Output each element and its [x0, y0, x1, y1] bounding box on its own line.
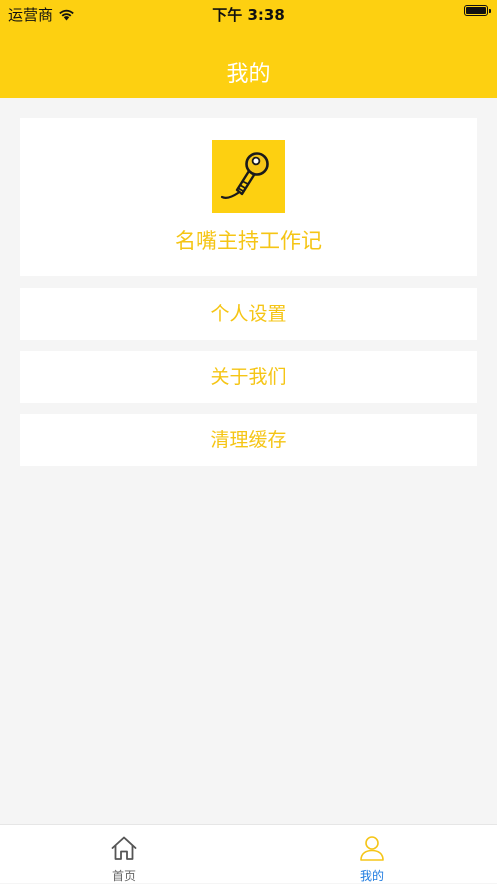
microphone-logo-icon [220, 152, 269, 199]
app-name: 名嘴主持工作记 [175, 229, 322, 253]
app-logo [212, 140, 285, 213]
tab-mine[interactable]: 我的 [248, 825, 496, 883]
menu-item-personal-settings[interactable]: 个人设置 [20, 288, 477, 340]
menu-item-about-us[interactable]: 关于我们 [20, 351, 477, 403]
user-icon [360, 836, 384, 861]
tab-home[interactable]: 首页 [0, 825, 248, 883]
header: 运营商 下午 3:38 我的 [0, 0, 497, 98]
battery-icon [464, 5, 491, 16]
tab-home-label: 首页 [111, 869, 136, 883]
status-time: 下午 3:38 [212, 6, 285, 24]
status-bar: 运营商 下午 3:38 [0, 0, 497, 26]
menu-item-clear-cache[interactable]: 清理缓存 [20, 414, 477, 466]
battery-level [466, 7, 486, 14]
tab-bar: 首页 我的 [0, 824, 497, 883]
page-title: 我的 [226, 62, 271, 87]
profile-card: 名嘴主持工作记 [20, 118, 477, 276]
home-icon [111, 836, 137, 860]
tab-mine-label: 我的 [359, 869, 384, 883]
